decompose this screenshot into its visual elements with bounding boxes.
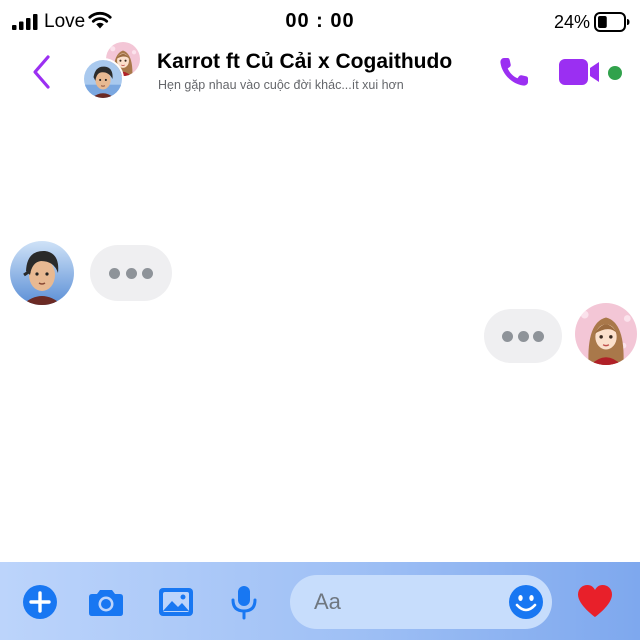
typing-dot <box>142 267 153 279</box>
phone-icon[interactable] <box>496 54 532 90</box>
microphone-icon[interactable] <box>226 584 262 620</box>
typing-dot <box>533 330 544 342</box>
video-camera-icon[interactable] <box>558 56 602 88</box>
image-icon[interactable] <box>158 584 194 620</box>
message-composer <box>0 562 640 640</box>
chat-title[interactable]: Karrot ft Củ Cải x Cogaithudo <box>157 50 452 74</box>
chat-subtitle: Hẹn gặp nhau vào cuộc đời khác...ít xui … <box>158 78 404 92</box>
plus-icon[interactable] <box>22 584 58 620</box>
status-clock: 00 : 00 <box>285 10 355 32</box>
typing-dot <box>502 330 513 342</box>
emoji-icon[interactable] <box>508 584 544 620</box>
typing-indicator <box>90 245 172 301</box>
battery-percent: 24% <box>554 12 591 32</box>
status-bar: Love 00 : 00 24% <box>0 0 640 44</box>
heart-icon[interactable] <box>576 583 614 619</box>
group-avatar[interactable] <box>82 40 144 102</box>
battery-icon <box>594 12 630 32</box>
typing-dot <box>517 330 529 342</box>
avatar-girl[interactable] <box>575 303 637 365</box>
typing-dot <box>125 267 137 279</box>
typing-dot <box>109 267 120 279</box>
avatar-boy <box>82 58 124 100</box>
chat-header: Karrot ft Củ Cải x Cogaithudo Hẹn gặp nh… <box>0 40 640 104</box>
avatar-boy[interactable] <box>10 241 74 305</box>
back-chevron-icon[interactable] <box>28 52 58 92</box>
online-status-dot <box>608 66 622 80</box>
typing-indicator <box>484 309 562 363</box>
camera-icon[interactable] <box>88 584 124 620</box>
